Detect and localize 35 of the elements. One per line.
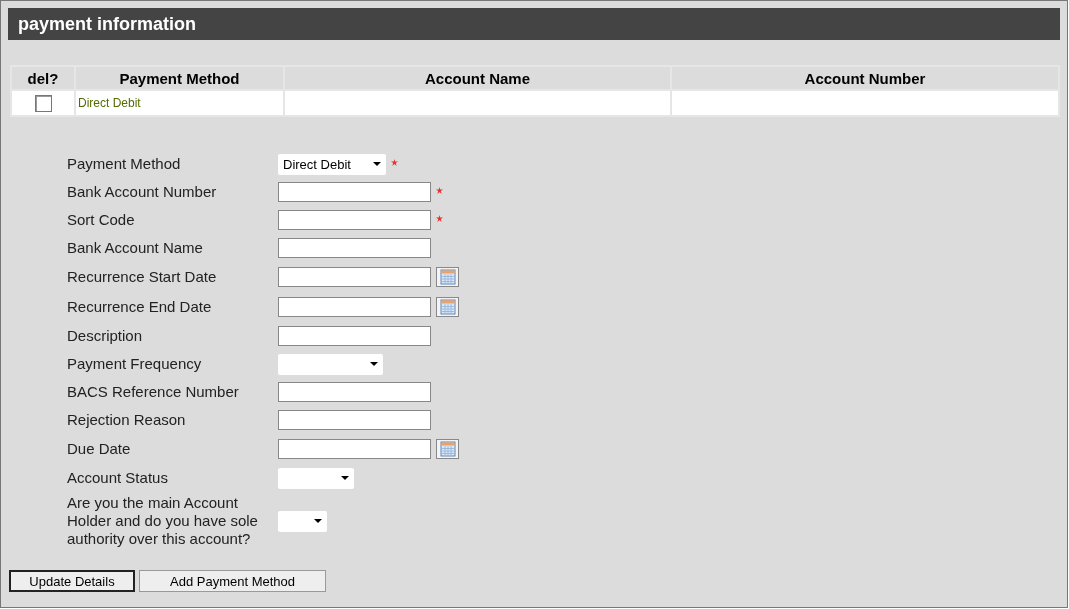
input-field[interactable] [278, 297, 431, 317]
add-button[interactable]: Add Payment Method [139, 570, 326, 592]
input-field[interactable] [278, 439, 431, 459]
field-label: BACS Reference Number [67, 383, 240, 401]
dropdown[interactable]: Direct Debit [278, 153, 386, 175]
input-field[interactable] [278, 238, 431, 258]
input-field[interactable] [278, 326, 431, 346]
input-field[interactable] [278, 182, 431, 202]
field-label: Payment Frequency [67, 355, 203, 373]
field-label: Due Date [67, 440, 132, 458]
input-field[interactable] [278, 267, 431, 287]
field-label: Rejection Reason [67, 411, 187, 429]
column-header: del? [12, 67, 74, 89]
field-label: Recurrence End Date [67, 298, 213, 316]
column-header: Payment Method [76, 67, 283, 89]
field-label: Are you the main Account Holder and do you have sole authority over this account? [67, 494, 259, 548]
calendar-button[interactable] [436, 267, 459, 287]
column-header: Account Name [285, 67, 670, 89]
column-header: Account Number [672, 67, 1058, 89]
input-field[interactable] [278, 410, 431, 430]
payment-method-link[interactable]: Direct Debit [78, 96, 141, 110]
field-label: Sort Code [67, 211, 136, 229]
field-label: Payment Method [67, 155, 182, 173]
update-button[interactable]: Update Details [9, 570, 135, 592]
field-label: Recurrence Start Date [67, 268, 218, 286]
field-label: Bank Account Name [67, 239, 204, 257]
calendar-button[interactable] [436, 439, 459, 459]
field-label: Bank Account Number [67, 183, 218, 201]
calendar-button[interactable] [436, 297, 459, 317]
input-field[interactable] [278, 382, 431, 402]
delete-checkbox[interactable] [34, 94, 52, 112]
panel-title: payment information [18, 13, 196, 35]
field-label: Description [67, 327, 144, 345]
field-label: Account Status [67, 469, 169, 487]
input-field[interactable] [278, 210, 431, 230]
